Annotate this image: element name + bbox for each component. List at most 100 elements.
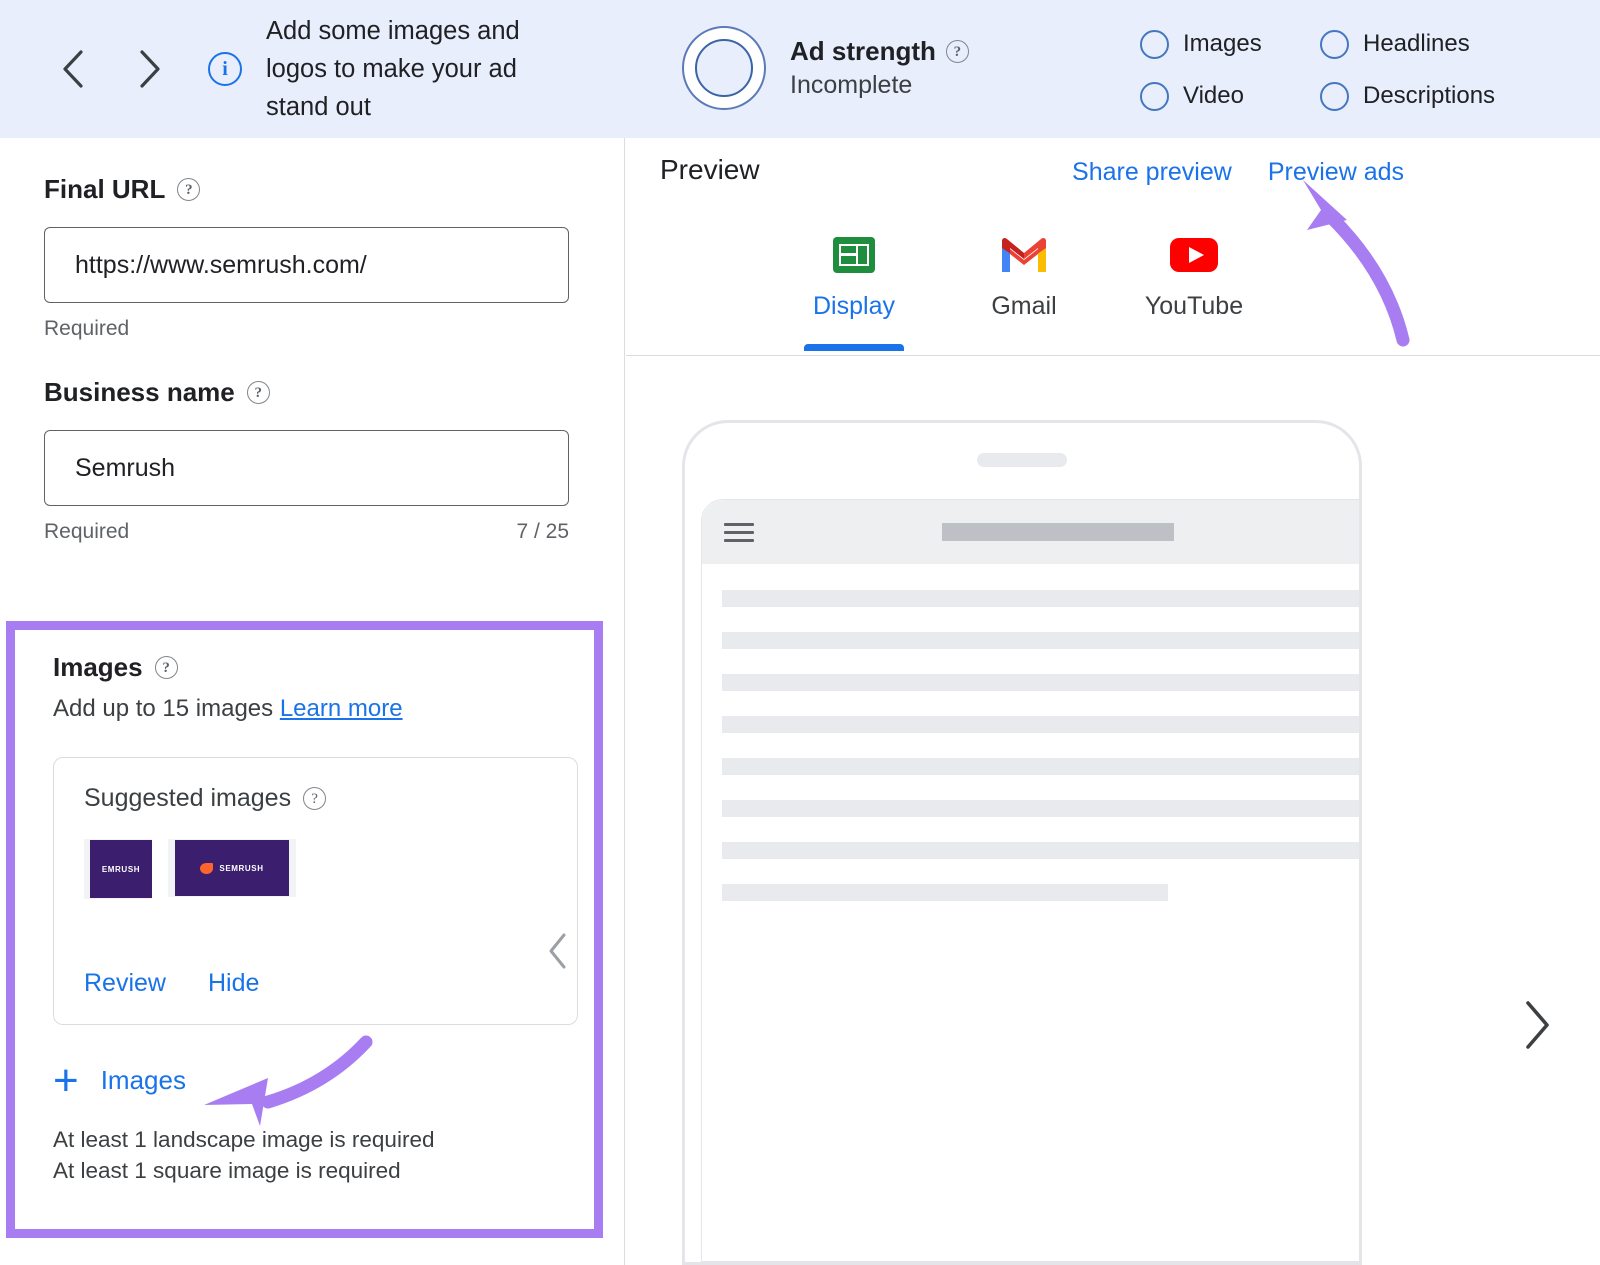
gmail-icon bbox=[1000, 228, 1048, 282]
images-label-row: Images ? bbox=[53, 652, 556, 683]
preview-header: Preview Share preview Preview ads bbox=[626, 138, 1600, 220]
phone-screen bbox=[701, 499, 1359, 1262]
business-name-required-text: Required bbox=[44, 520, 130, 543]
review-button[interactable]: Review bbox=[84, 969, 166, 998]
checklist-label: Headlines bbox=[1363, 30, 1470, 57]
final-url-label: Final URL bbox=[44, 174, 166, 204]
checklist-label: Images bbox=[1183, 30, 1262, 57]
preview-format-tabs: Display Gmail YouTube bbox=[626, 220, 1600, 356]
semrush-logo-thumb[interactable]: SEMRUSH bbox=[168, 839, 296, 897]
tab-youtube[interactable]: YouTube bbox=[1144, 228, 1244, 339]
requirement-square: At least 1 square image is required bbox=[53, 1158, 401, 1183]
preview-header-links: Share preview Preview ads bbox=[1072, 158, 1404, 187]
chevron-right-icon[interactable] bbox=[1520, 998, 1554, 1057]
help-icon[interactable]: ? bbox=[177, 178, 201, 201]
ad-strength-ring-inner bbox=[695, 39, 753, 97]
final-url-label-row: Final URL ? bbox=[44, 174, 580, 205]
phone-preview-mockup bbox=[682, 420, 1362, 1265]
skeleton-line bbox=[722, 884, 1169, 901]
radio-unchecked-icon[interactable] bbox=[1140, 81, 1169, 111]
ad-strength-checklist: Images Headlines Video Descriptions bbox=[1140, 18, 1540, 122]
banner-message: Add some images and logos to make your a… bbox=[266, 17, 520, 121]
radio-unchecked-icon[interactable] bbox=[1140, 29, 1169, 59]
youtube-icon bbox=[1168, 228, 1220, 282]
radio-unchecked-icon[interactable] bbox=[1320, 29, 1349, 59]
ad-editor-screen: i Add some images and logos to make your… bbox=[0, 0, 1600, 1265]
preview-panel: Preview Share preview Preview ads Displa… bbox=[626, 138, 1600, 1265]
tab-gmail[interactable]: Gmail bbox=[974, 228, 1074, 339]
info-icon: i bbox=[208, 52, 242, 86]
final-url-required-text: Required bbox=[44, 317, 130, 340]
help-icon[interactable]: ? bbox=[303, 787, 327, 810]
thumb-text: SEMRUSH bbox=[219, 863, 264, 873]
ad-strength-ring bbox=[682, 26, 766, 110]
semrush-wordmark-thumb[interactable]: EMRUSH bbox=[84, 839, 152, 899]
final-url-input[interactable]: https://www.semrush.com/ bbox=[44, 227, 569, 303]
preview-ads-link[interactable]: Preview ads bbox=[1268, 158, 1404, 187]
checklist-label: Descriptions bbox=[1363, 82, 1496, 109]
skeleton-line bbox=[722, 758, 1359, 775]
suggested-images-title-row: Suggested images ? bbox=[84, 784, 547, 813]
radio-unchecked-icon[interactable] bbox=[1320, 81, 1349, 111]
phone-top-bar bbox=[702, 500, 1359, 564]
requirement-landscape: At least 1 landscape image is required bbox=[53, 1127, 435, 1152]
preview-title: Preview bbox=[660, 154, 760, 185]
plus-icon: + bbox=[53, 1055, 79, 1105]
images-subtitle-row: Add up to 15 images Learn more bbox=[53, 695, 556, 723]
banner-nav-arrows bbox=[58, 50, 164, 88]
tab-gmail-label: Gmail bbox=[991, 292, 1057, 320]
checklist-label: Video bbox=[1183, 82, 1244, 109]
help-icon[interactable]: ? bbox=[154, 656, 178, 679]
learn-more-link[interactable]: Learn more bbox=[280, 695, 403, 722]
info-glyph: i bbox=[222, 58, 228, 80]
skeleton-line bbox=[722, 590, 1359, 607]
business-name-helper-row: Required 7 / 25 bbox=[44, 520, 569, 544]
business-name-input[interactable]: Semrush bbox=[44, 430, 569, 506]
chevron-right-icon[interactable] bbox=[134, 50, 164, 88]
hamburger-menu-icon[interactable] bbox=[724, 518, 754, 547]
ad-form-panel: Final URL ? https://www.semrush.com/ Req… bbox=[0, 138, 625, 1265]
checklist-item-video[interactable]: Video bbox=[1140, 70, 1320, 122]
ad-strength-text: Ad strength ? Incomplete bbox=[790, 36, 969, 100]
placeholder-address-bar bbox=[942, 523, 1174, 541]
tab-youtube-label: YouTube bbox=[1144, 292, 1244, 320]
add-images-label: Images bbox=[100, 1065, 186, 1095]
skeleton-line bbox=[722, 800, 1359, 817]
help-icon[interactable]: ? bbox=[945, 40, 969, 63]
business-name-label-row: Business name ? bbox=[44, 377, 580, 408]
ad-strength-status: Incomplete bbox=[790, 71, 913, 99]
suggested-card-actions: Review Hide bbox=[84, 969, 259, 998]
skeleton-line bbox=[722, 674, 1359, 691]
thumb-artwork: SEMRUSH bbox=[175, 840, 289, 896]
help-icon[interactable]: ? bbox=[246, 381, 270, 404]
checklist-item-descriptions[interactable]: Descriptions bbox=[1320, 70, 1540, 122]
tab-display[interactable]: Display bbox=[804, 228, 904, 351]
business-name-label: Business name bbox=[44, 377, 235, 407]
phone-speaker bbox=[977, 453, 1067, 467]
add-images-button[interactable]: + Images bbox=[53, 1055, 556, 1105]
hide-button[interactable]: Hide bbox=[208, 969, 259, 998]
suggested-images-title: Suggested images bbox=[84, 784, 292, 812]
skeleton-line bbox=[722, 716, 1359, 733]
skeleton-line bbox=[722, 842, 1359, 859]
share-preview-link[interactable]: Share preview bbox=[1072, 158, 1232, 187]
chevron-left-icon[interactable] bbox=[545, 931, 571, 976]
semrush-mark-icon bbox=[200, 862, 214, 874]
image-requirements: At least 1 landscape image is required A… bbox=[53, 1124, 556, 1186]
preview-tabs-inner: Display Gmail YouTube bbox=[804, 228, 1244, 351]
chevron-left-icon[interactable] bbox=[58, 50, 88, 88]
business-name-value: Semrush bbox=[75, 453, 176, 482]
active-tab-indicator bbox=[804, 344, 904, 351]
thumb-artwork: EMRUSH bbox=[90, 840, 152, 898]
ad-strength-title-row: Ad strength ? bbox=[790, 36, 969, 67]
images-label: Images bbox=[53, 652, 143, 682]
suggested-images-card: Suggested images ? EMRUSH SEMRUSH Review… bbox=[53, 757, 578, 1025]
skeleton-line bbox=[722, 632, 1359, 649]
business-name-counter: 7 / 25 bbox=[516, 520, 569, 543]
checklist-item-images[interactable]: Images bbox=[1140, 18, 1320, 70]
thumb-text: EMRUSH bbox=[101, 864, 141, 874]
checklist-item-headlines[interactable]: Headlines bbox=[1320, 18, 1540, 70]
display-ad-icon bbox=[831, 228, 877, 282]
top-banner: i Add some images and logos to make your… bbox=[0, 0, 1600, 138]
images-subtitle: Add up to 15 images bbox=[53, 695, 274, 722]
